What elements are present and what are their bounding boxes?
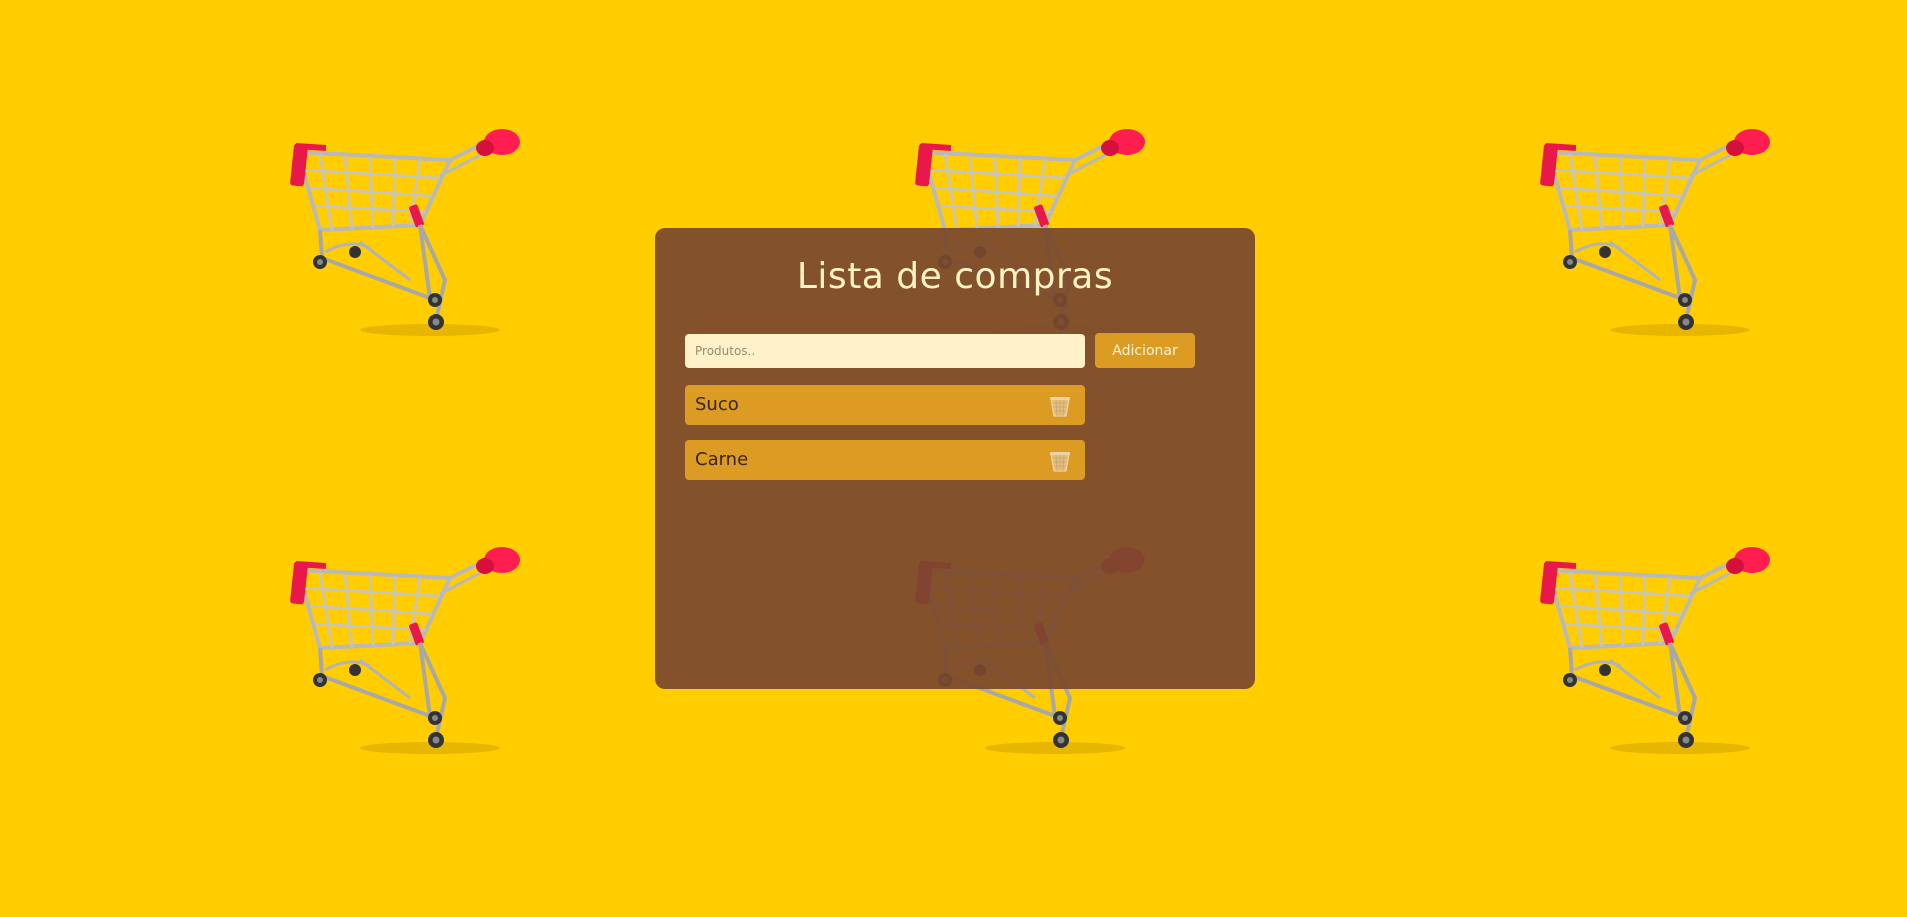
list-item: Suco: [685, 385, 1085, 425]
list-item-label: Suco: [695, 394, 739, 415]
shopping-list-panel: Lista de compras Adicionar Suco Carne: [655, 228, 1255, 689]
product-input[interactable]: [685, 334, 1085, 368]
trash-icon[interactable]: [1049, 450, 1071, 472]
page-title: Lista de compras: [796, 256, 1114, 297]
shopping-cart-image: [290, 130, 540, 340]
list-item-label: Carne: [695, 449, 749, 470]
shopping-cart-image: [1540, 130, 1790, 340]
trash-icon[interactable]: [1049, 395, 1071, 417]
list-item: Carne: [685, 440, 1085, 480]
add-button[interactable]: Adicionar: [1095, 333, 1195, 368]
shopping-cart-image: [290, 548, 540, 758]
shopping-cart-image: [1540, 548, 1790, 758]
